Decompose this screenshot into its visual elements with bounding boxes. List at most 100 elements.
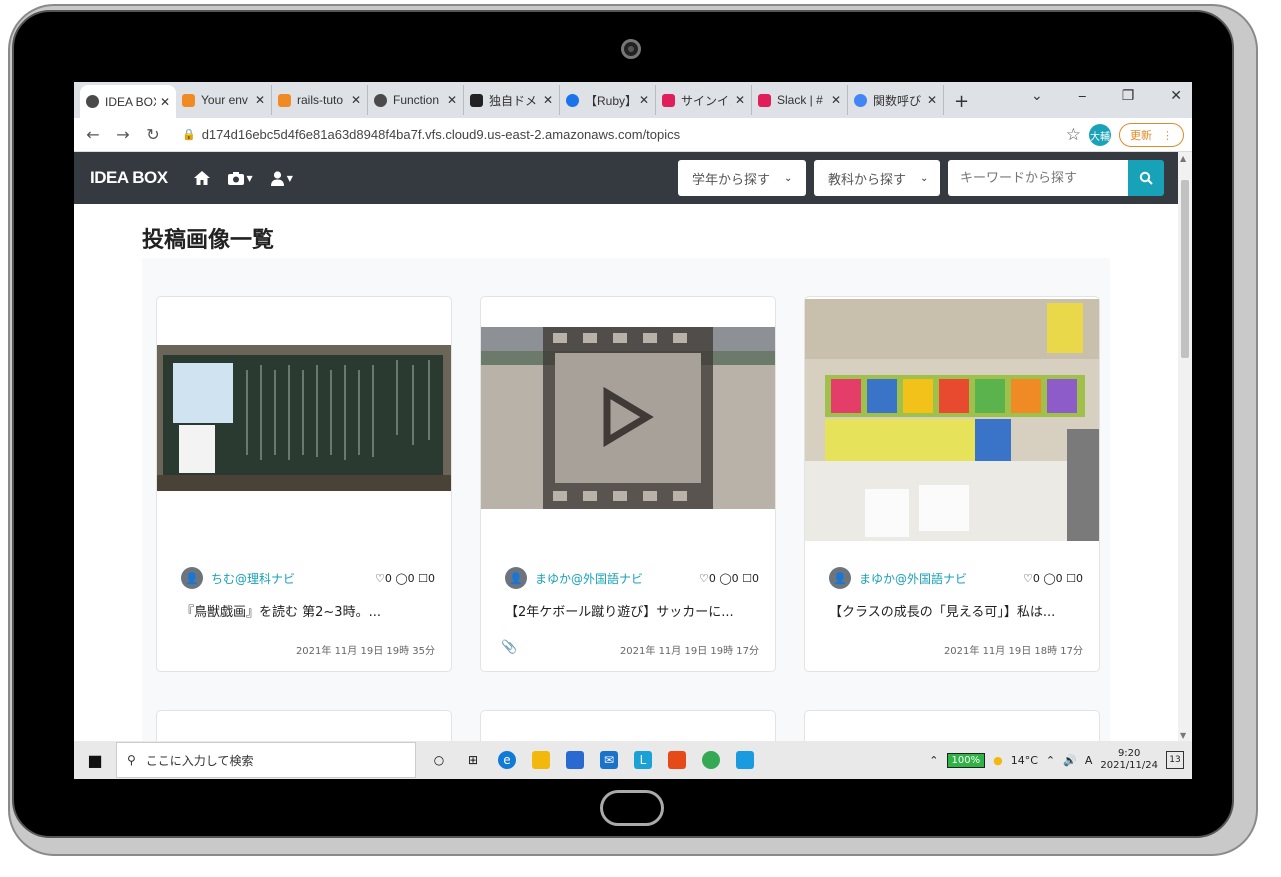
search-button[interactable] bbox=[1128, 160, 1164, 196]
chevron-down-icon: ⌄ bbox=[920, 172, 929, 184]
heart-icon[interactable]: ♡ bbox=[1023, 572, 1033, 585]
scroll-up-icon[interactable]: ▲ bbox=[1180, 154, 1186, 163]
paperclip-icon[interactable]: 📎 bbox=[501, 640, 517, 655]
page-title: 投稿画像一覧 bbox=[142, 228, 275, 253]
back-icon[interactable]: ← bbox=[86, 125, 100, 144]
camera-menu[interactable]: ▼ bbox=[227, 171, 253, 185]
author-link[interactable]: ちむ@理科ナビ bbox=[211, 570, 375, 587]
lync-icon[interactable]: L bbox=[634, 751, 652, 769]
post-date: 2021年 11月 19日 19時 35分 bbox=[295, 646, 435, 657]
heart-icon[interactable]: ♡ bbox=[375, 572, 385, 585]
folder-icon[interactable] bbox=[532, 751, 550, 769]
comment-icon[interactable]: ◯ bbox=[719, 572, 731, 585]
page-scrollbar[interactable]: ▲ ▼ bbox=[1178, 152, 1192, 742]
url-field[interactable]: d174d16ebc5d4f6e81a63d8948f4ba7f.vfs.clo… bbox=[202, 127, 680, 142]
post-thumbnail[interactable] bbox=[157, 345, 451, 491]
battery-indicator[interactable]: 100% bbox=[946, 752, 986, 768]
comment-icon[interactable]: ◯ bbox=[395, 572, 407, 585]
temperature[interactable]: 14°C bbox=[1011, 754, 1038, 767]
edge-icon[interactable]: e bbox=[498, 751, 516, 769]
close-window-icon[interactable]: ✕ bbox=[1170, 88, 1182, 104]
close-icon[interactable]: ✕ bbox=[351, 93, 361, 107]
chevron-up-icon[interactable]: ⌃ bbox=[929, 754, 938, 767]
cube-icon bbox=[182, 93, 195, 107]
tab-function[interactable]: Function ✕ bbox=[368, 85, 464, 115]
close-icon[interactable]: ✕ bbox=[735, 93, 745, 107]
clock[interactable]: 9:20 2021/11/24 bbox=[1100, 748, 1158, 772]
author-link[interactable]: まゆか@外国語ナビ bbox=[859, 570, 1023, 587]
tab-signin[interactable]: サインイン ✕ bbox=[656, 85, 752, 115]
post-card[interactable]: 👤 ちむ@理科ナビ ♡0 ◯0 ☐0 『鳥獣戯画』を読む 第2~3時。... 2… bbox=[156, 296, 452, 672]
tab-slack[interactable]: Slack | # ✕ bbox=[752, 85, 848, 115]
ime-indicator[interactable]: A bbox=[1085, 754, 1093, 767]
tab-search-icon[interactable]: ⌄ bbox=[1031, 88, 1043, 104]
subject-select[interactable]: 教科から探す ⌄ bbox=[814, 160, 940, 196]
update-button[interactable]: 更新 ⋮ bbox=[1119, 123, 1184, 147]
avatar[interactable]: 👤 bbox=[829, 567, 851, 589]
close-icon[interactable]: ✕ bbox=[831, 93, 841, 107]
keyword-search-input[interactable] bbox=[948, 160, 1128, 196]
close-icon[interactable]: ✕ bbox=[160, 95, 170, 109]
chrome-icon[interactable] bbox=[702, 751, 720, 769]
cortana-icon[interactable]: ○ bbox=[430, 751, 448, 769]
forward-icon[interactable]: → bbox=[116, 125, 130, 144]
close-icon[interactable]: ✕ bbox=[927, 93, 937, 107]
tab-domain[interactable]: 独自ドメ ✕ bbox=[464, 85, 560, 115]
site-navbar: IDEA BOX ▼ ▼ 学年から探す ⌄ 教科から探す ⌄ bbox=[74, 152, 1178, 204]
task-view-icon[interactable]: ⊞ bbox=[464, 751, 482, 769]
grade-select[interactable]: 学年から探す ⌄ bbox=[678, 160, 806, 196]
app-icon[interactable] bbox=[736, 751, 754, 769]
tab-ruby[interactable]: 【Ruby】| ✕ bbox=[560, 85, 656, 115]
tab-idea-box[interactable]: IDEA BOX ✕ bbox=[80, 85, 176, 118]
heart-icon[interactable]: ♡ bbox=[699, 572, 709, 585]
user-menu[interactable]: ▼ bbox=[270, 170, 293, 186]
profile-avatar[interactable]: 大輔 bbox=[1089, 124, 1111, 146]
tab-google[interactable]: 関数呼び ✕ bbox=[848, 85, 944, 115]
author-link[interactable]: まゆか@外国語ナビ bbox=[535, 570, 699, 587]
scroll-down-icon[interactable]: ▼ bbox=[1180, 731, 1186, 740]
slack-icon bbox=[662, 93, 675, 107]
avatar[interactable]: 👤 bbox=[505, 567, 527, 589]
store-icon[interactable] bbox=[566, 751, 584, 769]
caret-down-icon: ▼ bbox=[246, 173, 253, 183]
close-icon[interactable]: ✕ bbox=[639, 93, 649, 107]
mail-icon[interactable]: ✉ bbox=[600, 751, 618, 769]
maximize-icon[interactable]: ❐ bbox=[1122, 88, 1135, 104]
scroll-thumb[interactable] bbox=[1181, 180, 1189, 358]
tab-rails-tuto[interactable]: rails-tuto ✕ bbox=[272, 85, 368, 115]
weather-icon[interactable]: ● bbox=[993, 754, 1003, 767]
post-card[interactable]: 👤 まゆか@外国語ナビ ♡0 ◯0 ☐0 【2年ケボール蹴り遊び】サッカーに..… bbox=[480, 296, 776, 672]
home-icon[interactable] bbox=[193, 171, 210, 185]
tab-your-env[interactable]: Your env ✕ bbox=[176, 85, 272, 115]
volume-icon[interactable]: 🔊 bbox=[1063, 754, 1077, 767]
taskbar-search[interactable]: ⚲ ここに入力して検索 bbox=[116, 742, 416, 778]
reload-icon[interactable]: ↻ bbox=[146, 125, 160, 144]
brand-logo[interactable]: IDEA BOX bbox=[90, 168, 168, 188]
post-title[interactable]: 【2年ケボール蹴り遊び】サッカーに... bbox=[505, 601, 734, 620]
post-thumbnail-video[interactable] bbox=[481, 327, 775, 509]
lock-icon[interactable]: 🔒 bbox=[182, 128, 196, 141]
post-card[interactable]: 👤 まゆか@外国語ナビ ♡0 ◯0 ☐0 【クラスの成長の「見える可」】私は..… bbox=[804, 296, 1100, 672]
bookmark-star-icon[interactable]: ☆ bbox=[1066, 125, 1081, 145]
home-button[interactable] bbox=[600, 790, 664, 826]
minimize-icon[interactable]: ⎯ bbox=[1079, 88, 1086, 104]
post-title[interactable]: 【クラスの成長の「見える可」】私は... bbox=[829, 601, 1055, 620]
avatar[interactable]: 👤 bbox=[181, 567, 203, 589]
close-icon[interactable]: ✕ bbox=[543, 93, 553, 107]
windows-taskbar: ■ ⚲ ここに入力して検索 ○ ⊞ e ✉ L ⌃ 100% ● 14°C ⌃ … bbox=[74, 741, 1192, 779]
office-icon[interactable] bbox=[668, 751, 686, 769]
bookmark-icon[interactable]: ☐ bbox=[1066, 572, 1076, 585]
notification-badge[interactable]: 13 bbox=[1166, 751, 1184, 769]
post-stats: ♡0 ◯0 ☐0 bbox=[374, 571, 435, 585]
windows-start-icon[interactable]: ■ bbox=[74, 751, 116, 770]
close-icon[interactable]: ✕ bbox=[447, 93, 457, 107]
network-icon[interactable]: ⌃ bbox=[1046, 754, 1055, 767]
post-thumbnail[interactable] bbox=[805, 299, 1099, 541]
close-icon[interactable]: ✕ bbox=[255, 93, 265, 107]
comment-icon[interactable]: ◯ bbox=[1043, 572, 1055, 585]
bookmark-icon[interactable]: ☐ bbox=[742, 572, 752, 585]
post-title[interactable]: 『鳥獣戯画』を読む 第2~3時。... bbox=[181, 601, 381, 620]
new-tab-icon[interactable]: + bbox=[954, 91, 969, 112]
bookmark-icon[interactable]: ☐ bbox=[418, 572, 428, 585]
globe-icon bbox=[86, 95, 99, 108]
